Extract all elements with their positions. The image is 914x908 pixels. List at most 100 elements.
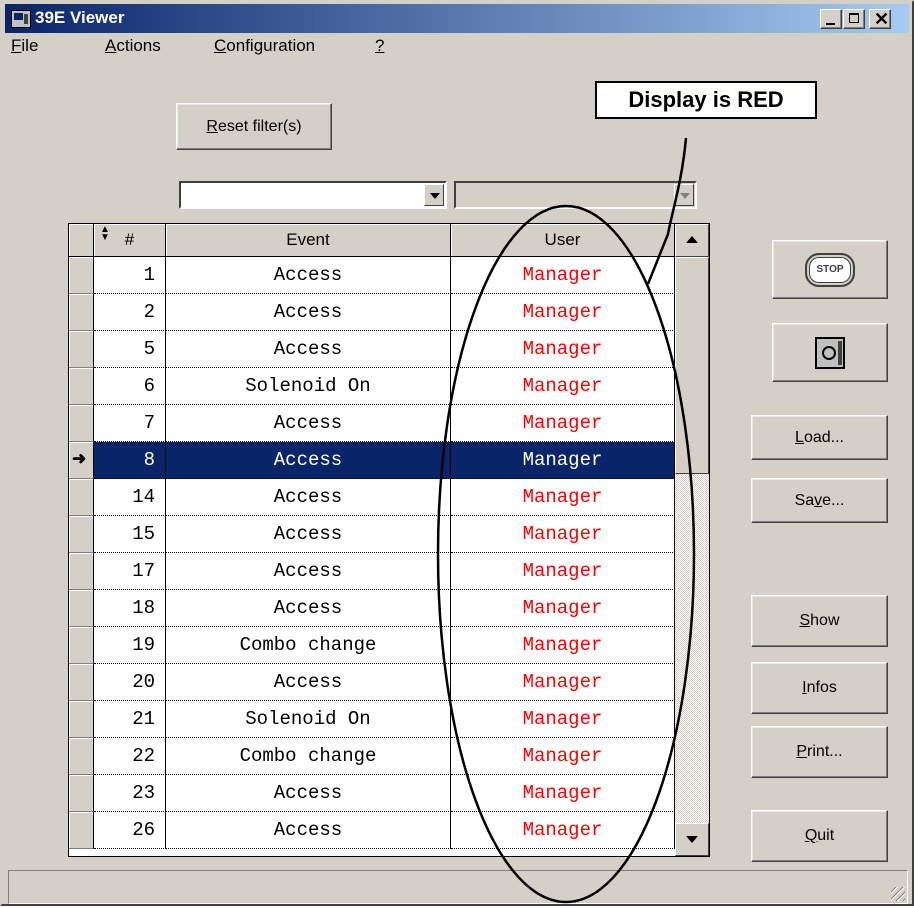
resize-grip-icon[interactable] — [891, 887, 905, 901]
row-selector[interactable] — [69, 405, 94, 442]
menu-help[interactable]: ? — [375, 36, 384, 56]
cell-event[interactable]: Access — [166, 294, 451, 331]
cell-number[interactable]: 22 — [94, 738, 166, 775]
header-num[interactable]: ▲ ▼ # — [94, 224, 166, 257]
scroll-down-button[interactable] — [675, 823, 709, 856]
cell-event[interactable]: Access — [166, 590, 451, 627]
cell-event[interactable]: Solenoid On — [166, 701, 451, 738]
row-selector[interactable] — [69, 368, 94, 405]
row-selector[interactable] — [69, 516, 94, 553]
menu-file[interactable]: File — [11, 36, 38, 56]
events-grid[interactable]: ▲ ▼ # Event User 1 Access Manager 2 Access Man… — [68, 223, 710, 857]
cell-event[interactable]: Access — [166, 442, 451, 479]
load-button[interactable]: Load... — [751, 415, 888, 460]
header-user[interactable]: User — [451, 224, 675, 257]
print-button[interactable]: Print... — [751, 726, 888, 778]
cell-user[interactable]: Manager — [451, 405, 675, 442]
table-row[interactable]: 7 Access Manager — [69, 405, 675, 442]
row-selector[interactable] — [69, 664, 94, 701]
row-selector[interactable] — [69, 775, 94, 812]
row-selector[interactable] — [69, 294, 94, 331]
show-button[interactable]: Show — [751, 595, 888, 647]
table-row[interactable]: 19 Combo change Manager — [69, 627, 675, 664]
cell-user[interactable]: Manager — [451, 294, 675, 331]
cell-event[interactable]: Access — [166, 775, 451, 812]
maximize-button[interactable] — [843, 9, 865, 29]
scroll-up-button[interactable] — [675, 224, 709, 257]
table-row[interactable]: 18 Access Manager — [69, 590, 675, 627]
cell-user[interactable]: Manager — [451, 553, 675, 590]
header-event[interactable]: Event — [166, 224, 451, 257]
row-selector[interactable] — [69, 479, 94, 516]
table-row[interactable]: 23 Access Manager — [69, 775, 675, 812]
safe-button[interactable] — [772, 323, 888, 382]
cell-event[interactable]: Access — [166, 405, 451, 442]
row-selector[interactable] — [69, 738, 94, 775]
reset-filter-button[interactable]: Reset filter(s) — [176, 103, 332, 150]
stop-button[interactable]: STOP — [772, 240, 888, 299]
menu-actions[interactable]: Actions — [105, 36, 161, 56]
cell-event[interactable]: Solenoid On — [166, 368, 451, 405]
save-button[interactable]: Sa v e... — [751, 478, 888, 523]
cell-event[interactable]: Access — [166, 479, 451, 516]
cell-event[interactable]: Access — [166, 331, 451, 368]
cell-user[interactable]: Manager — [451, 442, 675, 479]
table-row[interactable]: 1 Access Manager — [69, 257, 675, 294]
cell-event[interactable]: Access — [166, 257, 451, 294]
table-row[interactable]: 26 Access Manager — [69, 812, 675, 849]
infos-button[interactable]: Infos — [751, 662, 888, 714]
cell-user[interactable]: Manager — [451, 368, 675, 405]
table-row[interactable]: 20 Access Manager — [69, 664, 675, 701]
cell-event[interactable]: Access — [166, 553, 451, 590]
cell-number[interactable]: 1 — [94, 257, 166, 294]
cell-number[interactable]: 6 — [94, 368, 166, 405]
cell-user[interactable]: Manager — [451, 331, 675, 368]
table-row[interactable]: 6 Solenoid On Manager — [69, 368, 675, 405]
cell-number[interactable]: 23 — [94, 775, 166, 812]
cell-number[interactable]: 20 — [94, 664, 166, 701]
table-row[interactable]: 22 Combo change Manager — [69, 738, 675, 775]
row-selector[interactable] — [69, 590, 94, 627]
cell-number[interactable]: 2 — [94, 294, 166, 331]
cell-number[interactable]: 15 — [94, 516, 166, 553]
row-selector[interactable] — [69, 553, 94, 590]
cell-user[interactable]: Manager — [451, 664, 675, 701]
cell-number[interactable]: 14 — [94, 479, 166, 516]
scroll-thumb[interactable] — [675, 257, 709, 474]
row-selector[interactable] — [69, 331, 94, 368]
close-button[interactable]: ✕ — [869, 9, 891, 29]
chevron-down-icon[interactable] — [424, 184, 444, 206]
menu-configuration[interactable]: Configuration — [214, 36, 315, 56]
cell-number[interactable]: 18 — [94, 590, 166, 627]
minimize-button[interactable] — [820, 9, 842, 29]
cell-event[interactable]: Access — [166, 516, 451, 553]
row-selector[interactable] — [69, 701, 94, 738]
cell-number[interactable]: 8 — [94, 442, 166, 479]
table-row[interactable]: 5 Access Manager — [69, 331, 675, 368]
cell-user[interactable]: Manager — [451, 775, 675, 812]
cell-user[interactable]: Manager — [451, 627, 675, 664]
app-icon[interactable] — [11, 10, 31, 28]
table-row[interactable]: 2 Access Manager — [69, 294, 675, 331]
cell-user[interactable]: Manager — [451, 812, 675, 849]
cell-event[interactable]: Access — [166, 812, 451, 849]
cell-user[interactable]: Manager — [451, 479, 675, 516]
cell-number[interactable]: 7 — [94, 405, 166, 442]
cell-event[interactable]: Access — [166, 664, 451, 701]
table-row[interactable]: 15 Access Manager — [69, 516, 675, 553]
vertical-scrollbar[interactable] — [675, 224, 709, 856]
table-row[interactable]: ➜ 8 Access Manager — [69, 442, 675, 479]
row-selector[interactable] — [69, 812, 94, 849]
event-filter-combo[interactable] — [179, 181, 447, 209]
table-row[interactable]: 17 Access Manager — [69, 553, 675, 590]
cell-number[interactable]: 19 — [94, 627, 166, 664]
quit-button[interactable]: Quit — [751, 810, 888, 862]
cell-user[interactable]: Manager — [451, 701, 675, 738]
cell-number[interactable]: 17 — [94, 553, 166, 590]
cell-event[interactable]: Combo change — [166, 738, 451, 775]
row-selector[interactable] — [69, 627, 94, 664]
cell-user[interactable]: Manager — [451, 590, 675, 627]
cell-user[interactable]: Manager — [451, 516, 675, 553]
row-selector[interactable]: ➜ — [69, 442, 94, 479]
cell-user[interactable]: Manager — [451, 257, 675, 294]
